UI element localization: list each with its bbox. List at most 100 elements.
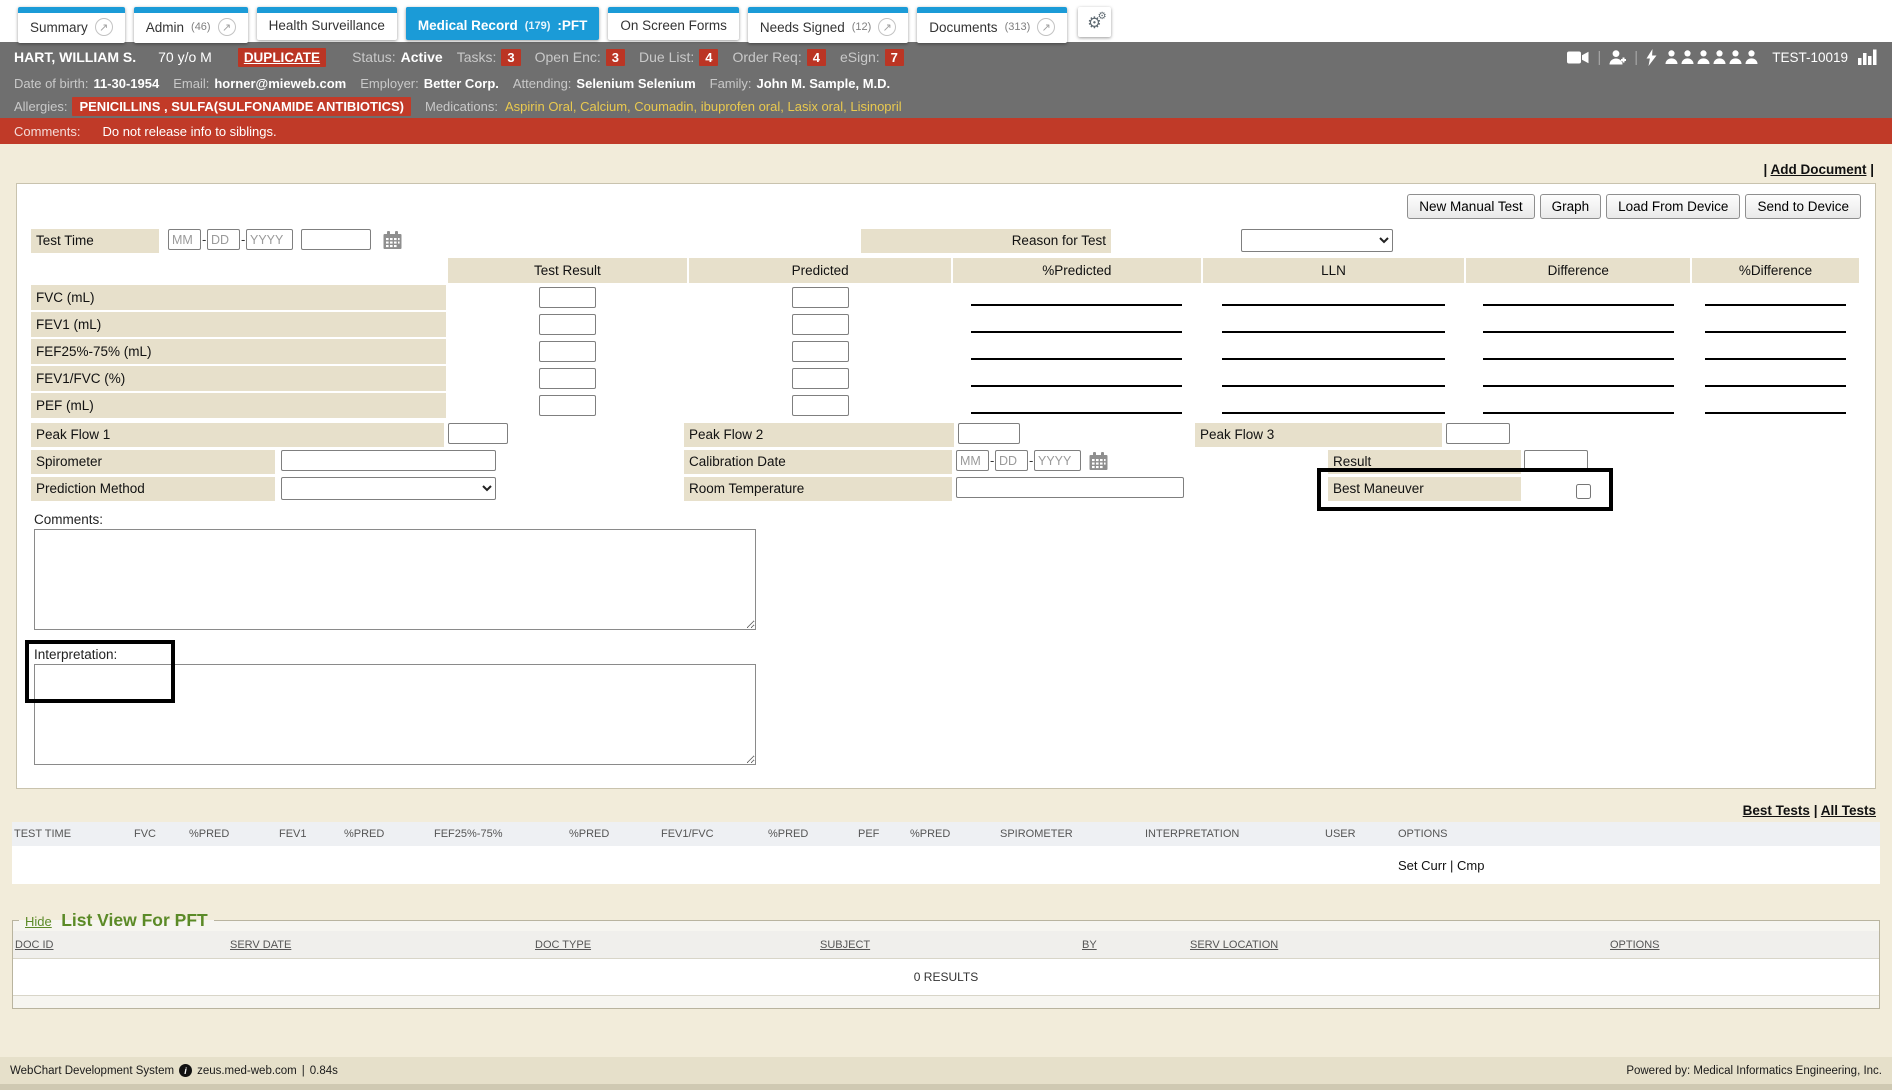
duplicate-badge[interactable]: DUPLICATE: [238, 48, 326, 67]
dob-value: 11-30-1954: [93, 76, 159, 91]
lightning-icon[interactable]: [1646, 49, 1657, 66]
patient-age-sex: 70 y/o M: [158, 49, 212, 65]
doc-col-doc-type[interactable]: DOC TYPE: [533, 931, 818, 958]
load-from-device-button[interactable]: Load From Device: [1606, 194, 1740, 219]
person-icon[interactable]: [1713, 50, 1726, 64]
person-icon[interactable]: [1681, 50, 1694, 64]
spirometer-row: Spirometer Calibration Date - - Result: [31, 450, 1861, 477]
add-document-link[interactable]: Add Document: [1770, 162, 1866, 177]
calibration-year-input[interactable]: [1034, 450, 1081, 471]
peak-flow-3-input[interactable]: [1446, 423, 1510, 444]
fev1-predicted-input[interactable]: [792, 314, 849, 335]
tasks-label: Tasks:: [457, 49, 497, 65]
settings-gears-button[interactable]: ⚙ ⚙: [1078, 7, 1110, 37]
tab-documents[interactable]: Documents (313) ↗: [917, 7, 1067, 43]
person-icon[interactable]: [1729, 50, 1742, 64]
tab-needs-signed[interactable]: Needs Signed (12) ↗: [748, 7, 908, 43]
fef25-75-predicted-input[interactable]: [792, 341, 849, 362]
employer-value: Better Corp.: [424, 76, 499, 91]
due-list-count-badge[interactable]: 4: [699, 49, 718, 66]
prediction-method-select[interactable]: [281, 477, 496, 500]
cmp-link[interactable]: Cmp: [1457, 858, 1484, 873]
doc-col-serv-location[interactable]: SERV LOCATION: [1188, 931, 1608, 958]
calibration-month-input[interactable]: [956, 450, 989, 471]
order-req-count-badge[interactable]: 4: [807, 49, 826, 66]
fvc-test-result-input[interactable]: [539, 287, 596, 308]
calibration-day-input[interactable]: [995, 450, 1028, 471]
hide-link[interactable]: Hide: [25, 914, 52, 929]
external-link-icon[interactable]: ↗: [1037, 18, 1055, 36]
comments-banner: Comments: Do not release info to sibling…: [0, 118, 1892, 144]
doc-col-subject[interactable]: SUBJECT: [818, 931, 1080, 958]
best-maneuver-checkbox[interactable]: [1576, 484, 1591, 499]
send-to-device-button[interactable]: Send to Device: [1745, 194, 1861, 219]
person-icon[interactable]: [1665, 50, 1678, 64]
spirometer-input[interactable]: [281, 450, 496, 471]
all-tests-link[interactable]: All Tests: [1821, 803, 1876, 818]
calendar-icon[interactable]: [383, 231, 402, 254]
new-manual-test-button[interactable]: New Manual Test: [1407, 194, 1534, 219]
fvc-pct-difference-value: [1692, 285, 1859, 310]
comments-textarea[interactable]: [34, 529, 756, 630]
graph-button[interactable]: Graph: [1540, 194, 1602, 219]
fvc-predicted-input[interactable]: [792, 287, 849, 308]
test-time-year-input[interactable]: [246, 229, 293, 250]
person-icon[interactable]: [1697, 50, 1710, 64]
doc-col-options[interactable]: OPTIONS: [1608, 931, 1879, 958]
medications-list[interactable]: Aspirin Oral, Calcium, Coumadin, ibuprof…: [505, 99, 902, 114]
info-icon[interactable]: i: [179, 1064, 192, 1077]
external-link-icon[interactable]: ↗: [218, 18, 236, 36]
column-header-pct-difference: %Difference: [1692, 258, 1859, 283]
result-input[interactable]: [1524, 450, 1588, 471]
fef25-75-test-result-input[interactable]: [539, 341, 596, 362]
video-call-icon[interactable]: [1567, 51, 1589, 64]
tab-admin[interactable]: Admin (46) ↗: [134, 7, 248, 43]
row-label-fev1-fvc: FEV1/FVC (%): [31, 366, 446, 391]
tab-summary[interactable]: Summary ↗: [18, 7, 125, 43]
interpretation-textarea[interactable]: [34, 664, 756, 765]
room-temperature-input[interactable]: [956, 477, 1184, 498]
comments-label: Comments:: [34, 512, 1861, 527]
doc-col-doc-id[interactable]: DOC ID: [13, 931, 228, 958]
add-person-icon[interactable]: [1609, 50, 1626, 65]
tasks-count-badge[interactable]: 3: [501, 49, 520, 66]
bar-chart-icon[interactable]: [1858, 49, 1878, 65]
test-time-day-input[interactable]: [207, 229, 240, 250]
fev1-fvc-test-result-input[interactable]: [539, 368, 596, 389]
external-link-icon[interactable]: ↗: [95, 18, 113, 36]
fev1-test-result-input[interactable]: [539, 314, 596, 335]
document-list-table: DOC ID SERV DATE DOC TYPE SUBJECT BY SER…: [13, 931, 1879, 958]
peak-flow-1-input[interactable]: [448, 423, 508, 444]
doc-col-serv-date[interactable]: SERV DATE: [228, 931, 533, 958]
peak-flow-2-input[interactable]: [958, 423, 1020, 444]
open-enc-count-badge[interactable]: 3: [606, 49, 625, 66]
fef25-75-lln-value: [1203, 339, 1465, 364]
calendar-icon[interactable]: [1089, 452, 1108, 475]
footer-app-name: WebChart Development System: [10, 1065, 174, 1077]
doc-col-by[interactable]: BY: [1080, 931, 1188, 958]
due-list-label: Due List:: [639, 49, 694, 65]
peak-flow-2-label: Peak Flow 2: [684, 423, 954, 447]
test-time-time-input[interactable]: [301, 229, 371, 250]
set-curr-link[interactable]: Set Curr: [1398, 858, 1446, 873]
tab-medical-record[interactable]: Medical Record (179) :PFT: [406, 7, 599, 40]
tab-on-screen-forms[interactable]: On Screen Forms: [608, 7, 739, 40]
empty-results-text: 0 RESULTS: [13, 958, 1879, 996]
status-value: Active: [401, 49, 443, 65]
person-icon[interactable]: [1745, 50, 1758, 64]
spacer-cell: [31, 258, 446, 283]
esign-count-badge[interactable]: 7: [885, 49, 904, 66]
peak-flow-1-label: Peak Flow 1: [31, 423, 444, 447]
fev1-fvc-predicted-input[interactable]: [792, 368, 849, 389]
fev1-pct-difference-value: [1692, 312, 1859, 337]
pef-test-result-input[interactable]: [539, 395, 596, 416]
divider: |: [1634, 49, 1638, 66]
test-time-month-input[interactable]: [168, 229, 201, 250]
best-tests-link[interactable]: Best Tests: [1743, 803, 1810, 818]
pef-predicted-input[interactable]: [792, 395, 849, 416]
tab-health-surveillance[interactable]: Health Surveillance: [257, 7, 397, 40]
reason-for-test-select[interactable]: [1241, 229, 1393, 252]
external-link-icon[interactable]: ↗: [878, 18, 896, 36]
window-bottom-edge: [0, 1084, 1892, 1090]
allergies-badge[interactable]: PENICILLINS , SULFA(SULFONAMIDE ANTIBIOT…: [72, 97, 411, 116]
